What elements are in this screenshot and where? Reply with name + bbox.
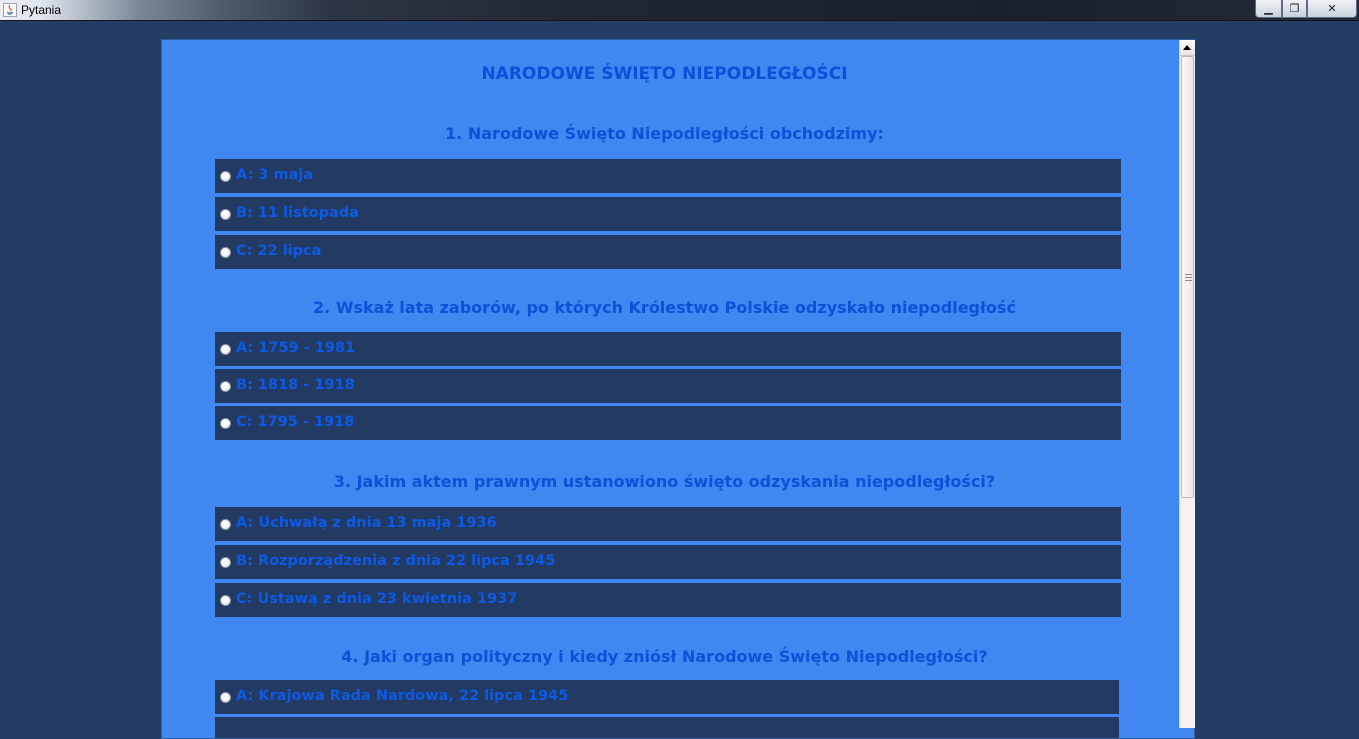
answer-option[interactable]: C: Ustawą z dnia 23 kwietnia 1937 [215,583,1121,617]
answer-label: B: 11 listopada [236,205,359,221]
radio-button-icon[interactable] [220,381,231,392]
page-title: NARODOWE ŚWIĘTO NIEPODLEGŁOŚCI [481,64,848,84]
close-icon: ✕ [1327,2,1337,15]
answer-option[interactable]: A: Uchwałą z dnia 13 maja 1936 [215,507,1121,541]
answer-label: A: 3 maja [236,167,314,183]
close-button[interactable]: ✕ [1307,0,1357,18]
question-2-text: 2. Wskaż lata zaborów, po których Króles… [313,298,1016,317]
radio-button-icon[interactable] [220,557,231,568]
question-3-text: 3. Jakim aktem prawnym ustanowiono święt… [333,472,996,491]
grip-icon [1185,274,1192,281]
minimize-button[interactable]: ▁ [1255,0,1282,18]
radio-button-icon[interactable] [220,692,231,703]
answer-label: B: 1818 - 1918 [236,377,355,393]
question-1-text: 1. Narodowe Święto Niepodległości obchod… [445,124,884,143]
answer-option[interactable]: B: Rozporządzenia z dnia 22 lipca 1945 [215,545,1121,579]
answer-option[interactable]: C: 22 lipca [215,235,1121,269]
answer-label: C: 1795 - 1918 [236,414,355,430]
answer-label: A: Krajowa Rada Nardowa, 22 lipca 1945 [236,688,569,704]
scrollbar-thumb[interactable] [1181,56,1194,498]
answer-label: C: 22 lipca [236,243,322,259]
answer-option[interactable]: A: 3 maja [215,159,1121,193]
vertical-scrollbar[interactable] [1179,40,1195,728]
answer-label: B: Rozporządzenia z dnia 22 lipca 1945 [236,553,556,569]
radio-button-icon[interactable] [220,595,231,606]
restore-icon: ❐ [1289,2,1300,15]
answer-option[interactable]: B: 1818 - 1918 [215,369,1121,403]
radio-button-icon[interactable] [220,344,231,355]
radio-button-icon[interactable] [220,171,231,182]
window-titlebar[interactable]: Pytania ▁ ❐ ✕ [0,0,1359,21]
answer-option[interactable]: B: 11 listopada [215,197,1121,231]
radio-button-icon[interactable] [220,418,231,429]
minimize-icon: ▁ [1264,2,1273,15]
radio-button-icon[interactable] [220,247,231,258]
question-4-text: 4. Jaki organ polityczny i kiedy zniósł … [341,647,988,666]
answer-option[interactable] [215,717,1119,738]
answer-option[interactable]: A: 1759 - 1981 [215,332,1121,366]
radio-button-icon[interactable] [220,519,231,530]
answer-option[interactable]: A: Krajowa Rada Nardowa, 22 lipca 1945 [215,680,1119,714]
answer-label: A: Uchwałą z dnia 13 maja 1936 [236,515,497,531]
window-title: Pytania [21,3,62,17]
maximize-button[interactable]: ❐ [1282,0,1307,18]
scroll-up-arrow-icon[interactable] [1180,40,1195,56]
answer-option[interactable]: C: 1795 - 1918 [215,406,1121,440]
quiz-panel: NARODOWE ŚWIĘTO NIEPODLEGŁOŚCI 1. Narodo… [161,39,1195,739]
radio-button-icon[interactable] [220,209,231,220]
java-icon [3,3,17,17]
answer-label: A: 1759 - 1981 [236,340,356,356]
answer-label: C: Ustawą z dnia 23 kwietnia 1937 [236,591,518,607]
